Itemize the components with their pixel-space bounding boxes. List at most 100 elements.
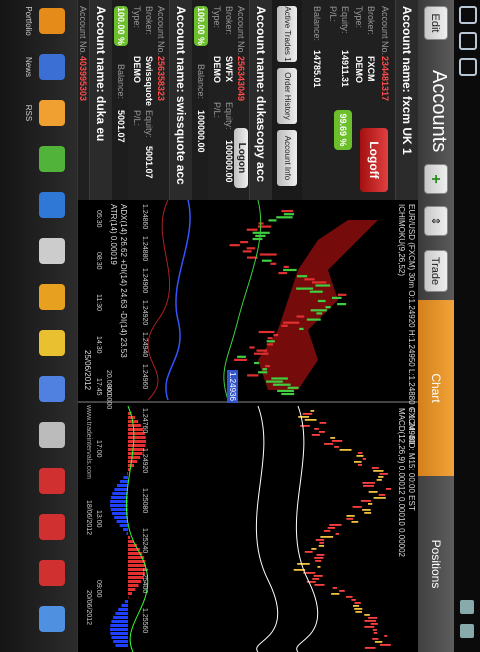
macd-histogram-bar <box>111 620 128 623</box>
candle <box>296 315 305 318</box>
recent-apps-icon[interactable] <box>459 58 477 76</box>
candle <box>302 413 313 415</box>
candle <box>270 262 277 265</box>
candle <box>363 485 375 487</box>
price-tick-label: 1.24900 <box>141 268 148 294</box>
candle <box>309 290 323 293</box>
candle <box>373 632 378 634</box>
pl-label: P/L: <box>212 102 222 119</box>
candle <box>327 527 336 529</box>
candle <box>385 488 392 490</box>
candle <box>310 309 327 312</box>
candle <box>372 638 379 640</box>
candle <box>364 620 377 622</box>
back-icon[interactable] <box>459 6 477 24</box>
candle <box>298 416 310 418</box>
candle <box>376 479 382 481</box>
macd-histogram-bar <box>124 600 128 603</box>
scroll-button[interactable]: ⇕ <box>424 206 448 236</box>
add-account-button[interactable]: + <box>424 164 448 194</box>
rss-icon[interactable] <box>39 100 65 126</box>
magnet-icon[interactable] <box>39 468 65 494</box>
active-trades-button[interactable]: Active Trades 1 <box>277 6 297 62</box>
candle <box>310 410 315 412</box>
delete-all-icon[interactable] <box>39 560 65 586</box>
candle <box>266 380 283 383</box>
time-tick-label: 13:00 <box>95 510 102 528</box>
candle <box>346 515 355 517</box>
candle <box>373 497 386 499</box>
price-tick-label: 1.24960 <box>141 364 148 390</box>
pl-label: P/L: <box>328 6 338 23</box>
crop-icon[interactable] <box>39 284 65 310</box>
macd-histogram-bar <box>116 520 128 523</box>
order-history-button[interactable]: Order History <box>277 68 297 124</box>
accounts-panel: Account name: fxcm UK 1 Account No. 2344… <box>78 0 418 201</box>
candle <box>364 614 370 616</box>
candle <box>252 237 263 241</box>
candle <box>378 476 384 478</box>
macd-histogram-bar <box>126 532 128 535</box>
type-label: Type: <box>132 6 142 29</box>
edit-button[interactable]: Edit <box>424 6 448 40</box>
balance-value: 5001.07 <box>116 110 126 143</box>
candle <box>266 343 273 346</box>
macd-histogram-bar <box>110 500 128 503</box>
toolbar-label: Portfolio <box>24 6 33 36</box>
candle <box>337 303 347 306</box>
grid-icon[interactable] <box>39 376 65 402</box>
balance-label: Balance: <box>196 64 206 100</box>
date-label: 25/06/2012 <box>83 350 92 391</box>
time-tick-label: 14:30 <box>95 336 102 354</box>
candle <box>252 231 270 234</box>
candle <box>331 593 340 595</box>
expand-icon[interactable] <box>39 606 65 632</box>
balance-row: 100.00 % Balance: 5001.07 <box>112 0 128 200</box>
tab-positions[interactable]: Positions <box>418 476 454 652</box>
portfolio-icon[interactable] <box>39 8 65 34</box>
candle <box>259 253 277 256</box>
macd-histogram-bar <box>128 536 131 539</box>
equity-percent-badge: 99.69 % <box>334 110 352 150</box>
indicator-icon[interactable] <box>39 330 65 356</box>
candle <box>360 500 371 502</box>
candle <box>240 241 249 244</box>
chart-area[interactable]: EUR/USD (FXCM) 30m O:1.24920 H:1.24950 L… <box>78 199 418 652</box>
type-value: DEMO <box>354 56 364 83</box>
home-icon[interactable] <box>459 32 477 50</box>
info-icon[interactable] <box>39 192 65 218</box>
candle <box>265 365 271 368</box>
candle <box>316 312 323 315</box>
logoff-button[interactable]: Logoff <box>360 128 388 192</box>
crosshair-icon[interactable] <box>39 238 65 264</box>
time-tick-label: 11:30 <box>95 294 102 311</box>
battery-icon <box>460 624 474 638</box>
candle <box>273 383 291 386</box>
news-icon[interactable] <box>39 54 65 80</box>
equity-label: Equity: <box>144 110 154 138</box>
macd-info: MACD(12,26,9) 0.00012 0.00010 0.00002 <box>397 408 406 557</box>
watermark: www.tradeintervals.com <box>85 405 92 479</box>
candle <box>314 428 319 430</box>
delete-drawing-icon[interactable] <box>39 514 65 540</box>
candle <box>258 371 268 374</box>
candle <box>266 340 275 343</box>
candle <box>315 560 322 562</box>
arrow-down-icon[interactable] <box>39 146 65 172</box>
macd-histogram-bar <box>115 612 128 615</box>
tools-icon[interactable] <box>39 422 65 448</box>
price-tick-label: 1.24920 <box>141 300 148 326</box>
adx-info: ADX(14) 26.62 +DI(14) 24.63 -DI(14) 23.5… <box>119 204 128 358</box>
macd-histogram-bar <box>114 488 128 491</box>
macd-histogram-bar <box>112 512 128 515</box>
tab-chart[interactable]: Chart <box>418 300 454 476</box>
candle <box>297 563 310 565</box>
candle <box>346 596 353 598</box>
macd-histogram-bar <box>110 504 128 507</box>
price-chart[interactable] <box>78 199 418 652</box>
trade-button[interactable]: Trade <box>424 250 448 292</box>
logon-button[interactable]: Logon <box>234 128 248 188</box>
candle <box>324 443 334 445</box>
account-info-button[interactable]: Account Info <box>277 130 297 186</box>
account-card: Account name: dukascopy acc Account No. … <box>208 0 272 200</box>
